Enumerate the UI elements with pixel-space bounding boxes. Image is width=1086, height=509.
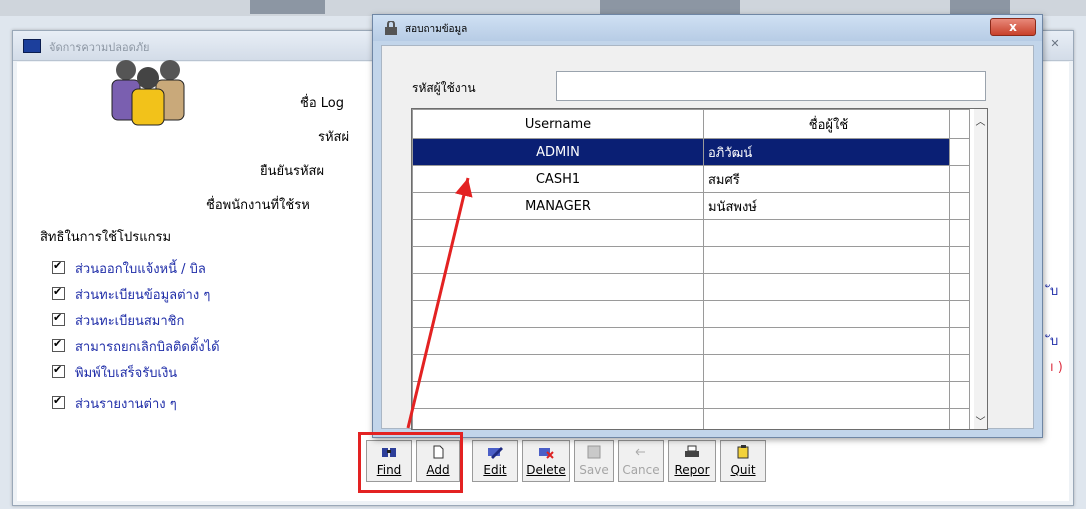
cell-username[interactable]: MANAGER — [412, 192, 704, 220]
clipped-text: ับ — [1050, 284, 1059, 299]
table-row[interactable] — [412, 381, 970, 409]
cell-name[interactable]: อภิวัฒน์ — [703, 138, 950, 166]
user-id-input[interactable] — [556, 71, 986, 101]
report-button[interactable]: Repor — [668, 440, 716, 482]
printer-icon — [685, 445, 699, 457]
quit-button[interactable]: Quit — [720, 440, 766, 482]
checkbox[interactable] — [52, 311, 65, 326]
user-id-label: รหัสผู้ใช้งาน — [412, 81, 476, 95]
right-checkbox-members[interactable]: ส่วนทะเบียนสมาชิก — [52, 310, 184, 331]
checkbox[interactable] — [52, 285, 65, 300]
employee-name-label: ชื่อพนักงานที่ใช้รห — [206, 198, 310, 213]
checkbox[interactable] — [52, 259, 65, 274]
exit-door-icon — [737, 445, 749, 459]
cell-username[interactable]: ADMIN — [412, 138, 704, 166]
users-icon — [111, 60, 185, 126]
dialog-close-button[interactable]: x — [990, 18, 1036, 36]
dialog-title: สอบถามข้อมูล — [405, 24, 468, 35]
table-row[interactable] — [412, 219, 970, 247]
cell-name[interactable]: มนัสพงษ์ — [703, 192, 950, 220]
query-dialog: สอบถามข้อมูล x รหัสผู้ใช้งาน Username ชื… — [372, 14, 1043, 438]
table-row[interactable] — [412, 273, 970, 301]
right-checkbox-print-receipt[interactable]: พิมพ์ใบเสร็จรับเงิน — [52, 362, 177, 383]
table-row[interactable] — [412, 300, 970, 328]
column-header-username[interactable]: Username — [412, 109, 704, 139]
annotation-highlight-box — [358, 432, 463, 493]
edit-icon — [488, 447, 503, 459]
users-grid: Username ชื่อผู้ใช้ ADMIN อภิวัฒน์ CASH1… — [411, 108, 988, 430]
edit-button[interactable]: Edit — [472, 440, 518, 482]
cell-name[interactable]: สมศรี — [703, 165, 950, 193]
lock-icon — [385, 21, 397, 35]
rights-title: สิทธิในการใช้โปรแกรม — [40, 230, 172, 245]
delete-icon — [539, 448, 554, 459]
scroll-down-icon[interactable]: ﹀ — [974, 413, 987, 428]
table-row[interactable]: MANAGER มนัสพงษ์ — [412, 192, 970, 220]
dialog-client: รหัสผู้ใช้งาน Username ชื่อผู้ใช้ ADMIN … — [381, 45, 1034, 430]
table-row[interactable] — [412, 327, 970, 355]
grid-header-row: Username ชื่อผู้ใช้ — [412, 109, 970, 139]
save-button[interactable]: Save — [574, 440, 614, 482]
cell-username[interactable]: CASH1 — [412, 165, 704, 193]
disk-icon — [587, 445, 601, 459]
close-icon[interactable]: ✕ — [1045, 37, 1065, 53]
app-icon — [23, 39, 41, 53]
dialog-title-bar[interactable]: สอบถามข้อมูล x — [373, 15, 1042, 41]
password-label: รหัสผ่ — [318, 130, 350, 145]
right-checkbox-reports[interactable]: ส่วนรายงานต่าง ๆ — [52, 393, 177, 414]
table-row[interactable]: CASH1 สมศรี — [412, 165, 970, 193]
column-header-name[interactable]: ชื่อผู้ใช้ — [703, 109, 950, 139]
cancel-button[interactable]: Cance — [618, 440, 664, 482]
right-checkbox-cancel-bill[interactable]: สามารถยกเลิกบิลติดตั้งได้ — [52, 336, 220, 357]
table-row[interactable] — [412, 246, 970, 274]
checkbox[interactable] — [52, 337, 65, 352]
table-row[interactable]: ADMIN อภิวัฒน์ — [412, 138, 970, 166]
clipped-text: ı ) — [1050, 360, 1063, 375]
login-label: ชื่อ Log — [300, 96, 344, 111]
confirm-password-label: ยืนยันรหัสผ — [260, 164, 325, 179]
right-checkbox-registry[interactable]: ส่วนทะเบียนข้อมูลต่าง ๆ — [52, 284, 210, 305]
table-row[interactable] — [412, 354, 970, 382]
right-checkbox-billing[interactable]: ส่วนออกใบแจ้งหนี้ / บิล — [52, 258, 206, 279]
window-title: จัดการความปลอดภัย — [49, 41, 150, 54]
scroll-up-icon[interactable]: ︿ — [974, 113, 987, 128]
delete-button[interactable]: Delete — [522, 440, 570, 482]
vertical-scrollbar[interactable]: ︿ ﹀ — [974, 109, 987, 429]
checkbox[interactable] — [52, 363, 65, 378]
table-row[interactable] — [412, 408, 970, 429]
undo-icon — [635, 448, 645, 456]
checkbox[interactable] — [52, 394, 65, 409]
clipped-text: ับ — [1050, 334, 1059, 349]
